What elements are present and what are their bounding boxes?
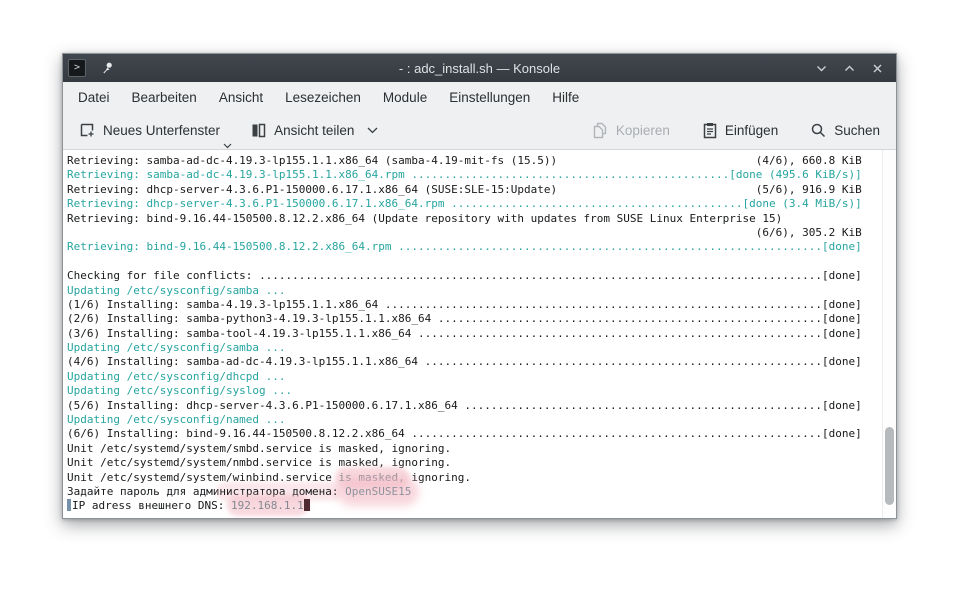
terminal-line: IP adress внешнего DNS: 192.168.1.1 — [67, 499, 896, 513]
terminal-line: Задайте пароль для администратора домена… — [67, 485, 896, 499]
split-view-icon — [250, 122, 267, 139]
minimize-button[interactable] — [812, 59, 830, 77]
terminal-line: Unit /etc/systemd/system/nmbd.service is… — [67, 456, 896, 470]
terminal-line: (6/6) Installing: bind-9.16.44-150500.8.… — [67, 427, 896, 441]
copy-label: Kopieren — [616, 123, 670, 138]
terminal-line: (3/6) Installing: samba-tool-4.19.3-lp15… — [67, 327, 896, 341]
menu-module[interactable]: Module — [372, 90, 438, 105]
paste-label: Einfügen — [725, 123, 778, 138]
terminal-line: (5/6) Installing: dhcp-server-4.3.6.P1-1… — [67, 399, 896, 413]
terminal-viewport[interactable]: Retrieving: samba-ad-dc-4.19.3-lp155.1.1… — [63, 150, 896, 518]
window-title: - : adc_install.sh — Konsole — [63, 61, 896, 76]
scrollbar-thumb[interactable] — [885, 427, 894, 505]
menu-einstellungen[interactable]: Einstellungen — [438, 90, 541, 105]
chevron-down-icon — [223, 143, 232, 149]
copy-icon — [592, 122, 609, 139]
line-start-marker — [67, 499, 71, 511]
terminal-line: Updating /etc/sysconfig/syslog ... — [67, 384, 896, 398]
menu-hilfe[interactable]: Hilfe — [541, 90, 590, 105]
split-view-label: Ansicht teilen — [274, 123, 354, 138]
menu-bar: Datei Bearbeiten Ansicht Lesezeichen Mod… — [63, 82, 896, 112]
paste-button[interactable]: Einfügen — [698, 118, 782, 143]
terminal-line: (4/6) Installing: samba-ad-dc-4.19.3-lp1… — [67, 355, 896, 369]
terminal-line: Updating /etc/sysconfig/samba ... — [67, 341, 896, 355]
new-tab-button[interactable]: Neues Unterfenster — [75, 118, 224, 143]
terminal-line: Unit /etc/systemd/system/smbd.service is… — [67, 442, 896, 456]
paste-icon — [702, 122, 718, 139]
title-bar[interactable]: > - : adc_install.sh — Konsole — [63, 54, 896, 82]
terminal-line: Updating /etc/sysconfig/dhcpd ... — [67, 370, 896, 384]
terminal-line: Updating /etc/sysconfig/samba ... — [67, 284, 896, 298]
terminal-line: Retrieving: samba-ad-dc-4.19.3-lp155.1.1… — [67, 154, 896, 168]
terminal-line: Retrieving: dhcp-server-4.3.6.P1-150000.… — [67, 183, 896, 197]
terminal-line — [67, 255, 896, 269]
text-cursor — [304, 499, 311, 511]
terminal-line: Updating /etc/sysconfig/named ... — [67, 413, 896, 427]
terminal-line: Retrieving: bind-9.16.44-150500.8.12.2.x… — [67, 212, 896, 226]
terminal-line: Checking for file conflicts: ...........… — [67, 269, 896, 283]
chevron-down-icon — [367, 127, 378, 134]
new-tab-label: Neues Unterfenster — [103, 123, 220, 138]
pin-icon — [100, 61, 114, 75]
toolbar: Neues Unterfenster Ansicht teilen — [63, 112, 896, 150]
tab-new-icon — [79, 122, 96, 139]
split-view-button[interactable]: Ansicht teilen — [246, 118, 382, 143]
search-icon — [810, 122, 827, 139]
terminal-line: (6/6), 305.2 KiB — [67, 226, 896, 240]
menu-ansicht[interactable]: Ansicht — [208, 90, 274, 105]
terminal-output: Retrieving: samba-ad-dc-4.19.3-lp155.1.1… — [63, 150, 896, 514]
konsole-window: > - : adc_install.sh — Konsole Datei Bea… — [62, 53, 897, 519]
maximize-button[interactable] — [840, 59, 858, 77]
close-button[interactable] — [868, 59, 886, 77]
terminal-line: (2/6) Installing: samba-python3-4.19.3-l… — [67, 312, 896, 326]
copy-button[interactable]: Kopieren — [588, 118, 674, 143]
terminal-line: Retrieving: dhcp-server-4.3.6.P1-150000.… — [67, 197, 896, 211]
terminal-line: Retrieving: bind-9.16.44-150500.8.12.2.x… — [67, 240, 896, 254]
menu-datei[interactable]: Datei — [67, 90, 121, 105]
menu-lesezeichen[interactable]: Lesezeichen — [274, 90, 372, 105]
terminal-line: Unit /etc/systemd/system/winbind.service… — [67, 471, 896, 485]
scrollbar-track[interactable] — [882, 150, 896, 518]
terminal-line: (1/6) Installing: samba-4.19.3-lp155.1.1… — [67, 298, 896, 312]
konsole-app-icon: > — [68, 59, 86, 77]
menu-bearbeiten[interactable]: Bearbeiten — [121, 90, 208, 105]
search-button[interactable]: Suchen — [806, 118, 884, 143]
terminal-line: Retrieving: samba-ad-dc-4.19.3-lp155.1.1… — [67, 168, 896, 182]
search-label: Suchen — [834, 123, 880, 138]
